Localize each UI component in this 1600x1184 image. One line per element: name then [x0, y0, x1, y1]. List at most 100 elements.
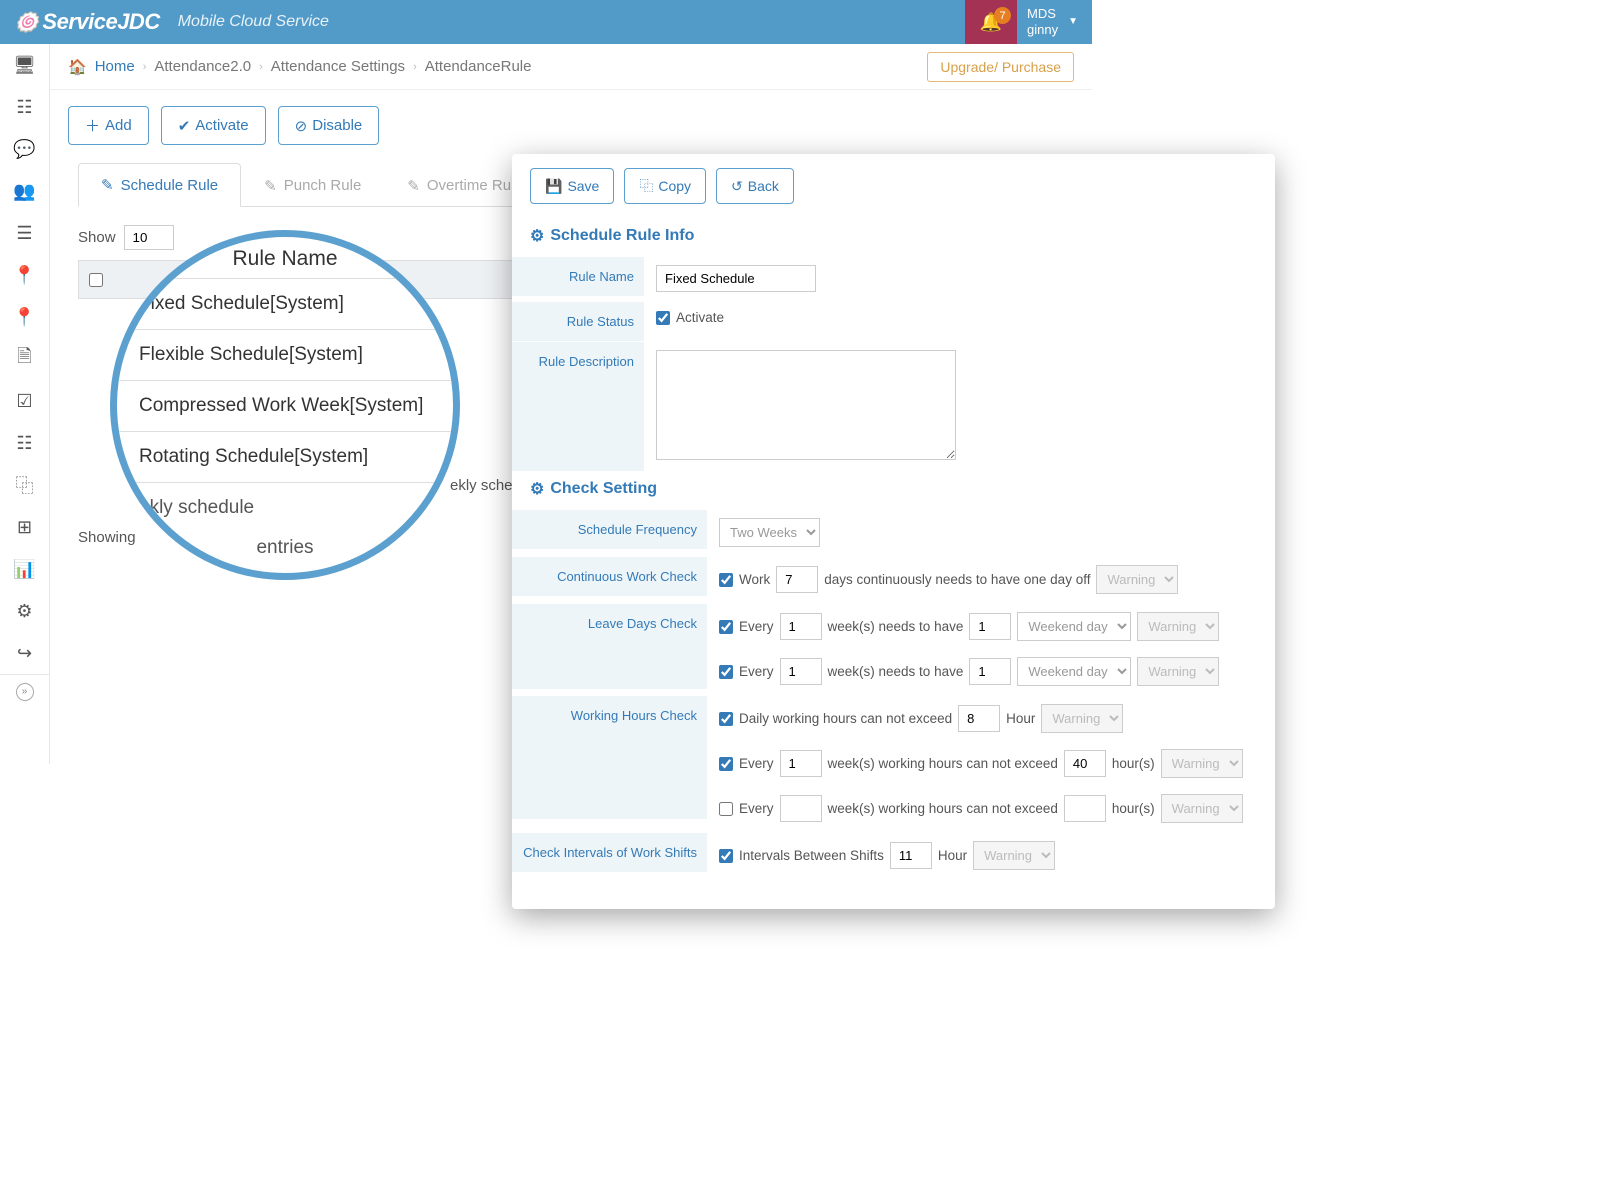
leave-count-input-1[interactable] [969, 613, 1011, 640]
t: Every [739, 801, 774, 816]
edit-icon: ✎ [264, 177, 277, 195]
mag-row-2[interactable]: Flexible Schedule[System] [117, 329, 453, 380]
mag-row-3[interactable]: Compressed Work Week[System] [117, 380, 453, 431]
leave-level-select-1[interactable]: Warning [1137, 612, 1219, 641]
intervals-input[interactable] [890, 842, 932, 869]
leave-type-select-1[interactable]: Weekend day [1017, 612, 1131, 641]
notifications-button[interactable]: 🔔 7 [965, 0, 1017, 44]
add-button[interactable]: ＋Add [68, 106, 149, 145]
weekly-hours-weeks-1[interactable] [780, 750, 822, 777]
leave-level-select-2[interactable]: Warning [1137, 657, 1219, 686]
mag-tail-1: ekly schedule [117, 482, 453, 533]
nav-monitor[interactable]: 🖥 [0, 44, 49, 86]
nav-chat[interactable]: 💬 [0, 128, 49, 170]
cont-work-check[interactable] [719, 573, 733, 587]
copy-icon: ⿻ [639, 176, 653, 196]
activate-checkbox[interactable] [656, 311, 670, 325]
nav-table[interactable]: ⊞ [0, 506, 49, 548]
weekly-hours-weeks-2[interactable] [780, 795, 822, 822]
label-leave-days: Leave Days Check [512, 603, 707, 689]
leave-weeks-input-2[interactable] [780, 658, 822, 685]
breadcrumb-sep: › [259, 61, 263, 73]
plus-icon: ＋ [85, 115, 100, 136]
tagline: Mobile Cloud Service [178, 13, 329, 31]
nav-server[interactable]: ☷ [0, 422, 49, 464]
nav-check[interactable]: ☑ [0, 380, 49, 422]
t: Intervals Between Shifts [739, 848, 884, 863]
user-org: MDS [1027, 6, 1058, 22]
disable-button[interactable]: ⊘Disable [278, 106, 380, 145]
label-rule-name: Rule Name [512, 256, 644, 296]
caret-down-icon: ▼ [1068, 16, 1078, 28]
label-work-hours: Working Hours Check [512, 695, 707, 819]
t: week(s) working hours can not exceed [828, 756, 1058, 771]
chevron-right-icon: » [16, 683, 34, 701]
edit-icon: ✎ [407, 177, 420, 195]
weekly-hours-check-2[interactable] [719, 802, 733, 816]
nav-location-2[interactable]: 📍 [0, 296, 49, 338]
daily-hours-check[interactable] [719, 712, 733, 726]
nav-users[interactable]: 👥 [0, 170, 49, 212]
breadcrumb-home[interactable]: Home [95, 58, 135, 75]
show-input[interactable] [124, 225, 174, 250]
nav-doc[interactable]: 🗎 [0, 338, 49, 380]
tab-punch-rule[interactable]: ✎Punch Rule [241, 163, 384, 207]
check-circle-icon: ✔ [178, 117, 191, 135]
panel-toolbar: 💾Save ⿻Copy ↺Back [512, 154, 1275, 218]
intervals-level-select[interactable]: Warning [973, 841, 1055, 870]
leave-check-2[interactable] [719, 665, 733, 679]
weekly-hours-level-1[interactable]: Warning [1161, 749, 1243, 778]
weekly-hours-val-2[interactable] [1064, 795, 1106, 822]
nav-location[interactable]: 📍 [0, 254, 49, 296]
save-icon: 💾 [545, 178, 562, 195]
nav-chart[interactable]: 📊 [0, 548, 49, 590]
logo-swirl-icon: 🍥 [14, 10, 38, 35]
breadcrumb-bar: 🏠 Home › Attendance2.0 › Attendance Sett… [50, 44, 1092, 90]
breadcrumb-sep: › [143, 61, 147, 73]
gear-icon: ⚙ [530, 226, 544, 246]
schedule-frequency-select[interactable]: Two Weeks [719, 518, 820, 547]
upgrade-button[interactable]: Upgrade/ Purchase [927, 52, 1074, 82]
activate-button[interactable]: ✔Activate [161, 106, 266, 145]
save-button[interactable]: 💾Save [530, 168, 614, 204]
cont-work-level-select[interactable]: Warning [1096, 565, 1178, 594]
back-button[interactable]: ↺Back [716, 168, 794, 204]
intervals-check[interactable] [719, 849, 733, 863]
weekly-hours-level-2[interactable]: Warning [1161, 794, 1243, 823]
rule-desc-textarea[interactable] [656, 350, 956, 460]
t: Every [739, 619, 774, 634]
leave-count-input-2[interactable] [969, 658, 1011, 685]
nav-settings[interactable]: ⚙ [0, 590, 49, 632]
select-all-checkbox[interactable] [89, 273, 103, 287]
t: hour(s) [1112, 801, 1155, 816]
label-cont-work: Continuous Work Check [512, 556, 707, 596]
daily-hours-input[interactable] [958, 705, 1000, 732]
nav-news[interactable]: ☷ [0, 86, 49, 128]
copy-button[interactable]: ⿻Copy [624, 168, 706, 204]
rule-name-input[interactable] [656, 265, 816, 292]
leave-type-select-2[interactable]: Weekend day [1017, 657, 1131, 686]
weekly-hours-check-1[interactable] [719, 757, 733, 771]
nav-logout[interactable]: ↪ [0, 632, 49, 674]
leave-weeks-input-1[interactable] [780, 613, 822, 640]
user-menu[interactable]: MDS ginny ▼ [1017, 0, 1092, 44]
sidebar-expand[interactable]: » [0, 674, 49, 708]
mag-row-1[interactable]: Fixed Schedule[System] [117, 278, 453, 329]
cont-work-days-input[interactable] [776, 566, 818, 593]
breadcrumb-l3[interactable]: Attendance Settings [271, 58, 405, 75]
page-toolbar: ＋Add ✔Activate ⊘Disable [50, 90, 1092, 153]
t: days continuously needs to have one day … [824, 572, 1090, 587]
logo: 🍥 ServiceJDC [14, 9, 160, 35]
leave-check-1[interactable] [719, 620, 733, 634]
gear-icon: ⚙ [530, 479, 544, 499]
mag-row-4[interactable]: Rotating Schedule[System] [117, 431, 453, 482]
daily-hours-level-select[interactable]: Warning [1041, 704, 1123, 733]
weekly-hours-val-1[interactable] [1064, 750, 1106, 777]
nav-data[interactable]: ☰ [0, 212, 49, 254]
activate-text: Activate [676, 310, 724, 325]
nav-copy[interactable]: ⿻ [0, 464, 49, 506]
tab-schedule-rule[interactable]: ✎Schedule Rule [78, 163, 241, 207]
left-sidebar: 🖥 ☷ 💬 👥 ☰ 📍 📍 🗎 ☑ ☷ ⿻ ⊞ 📊 ⚙ ↪ » [0, 44, 50, 764]
breadcrumb-l2[interactable]: Attendance2.0 [154, 58, 251, 75]
t: Hour [1006, 711, 1035, 726]
